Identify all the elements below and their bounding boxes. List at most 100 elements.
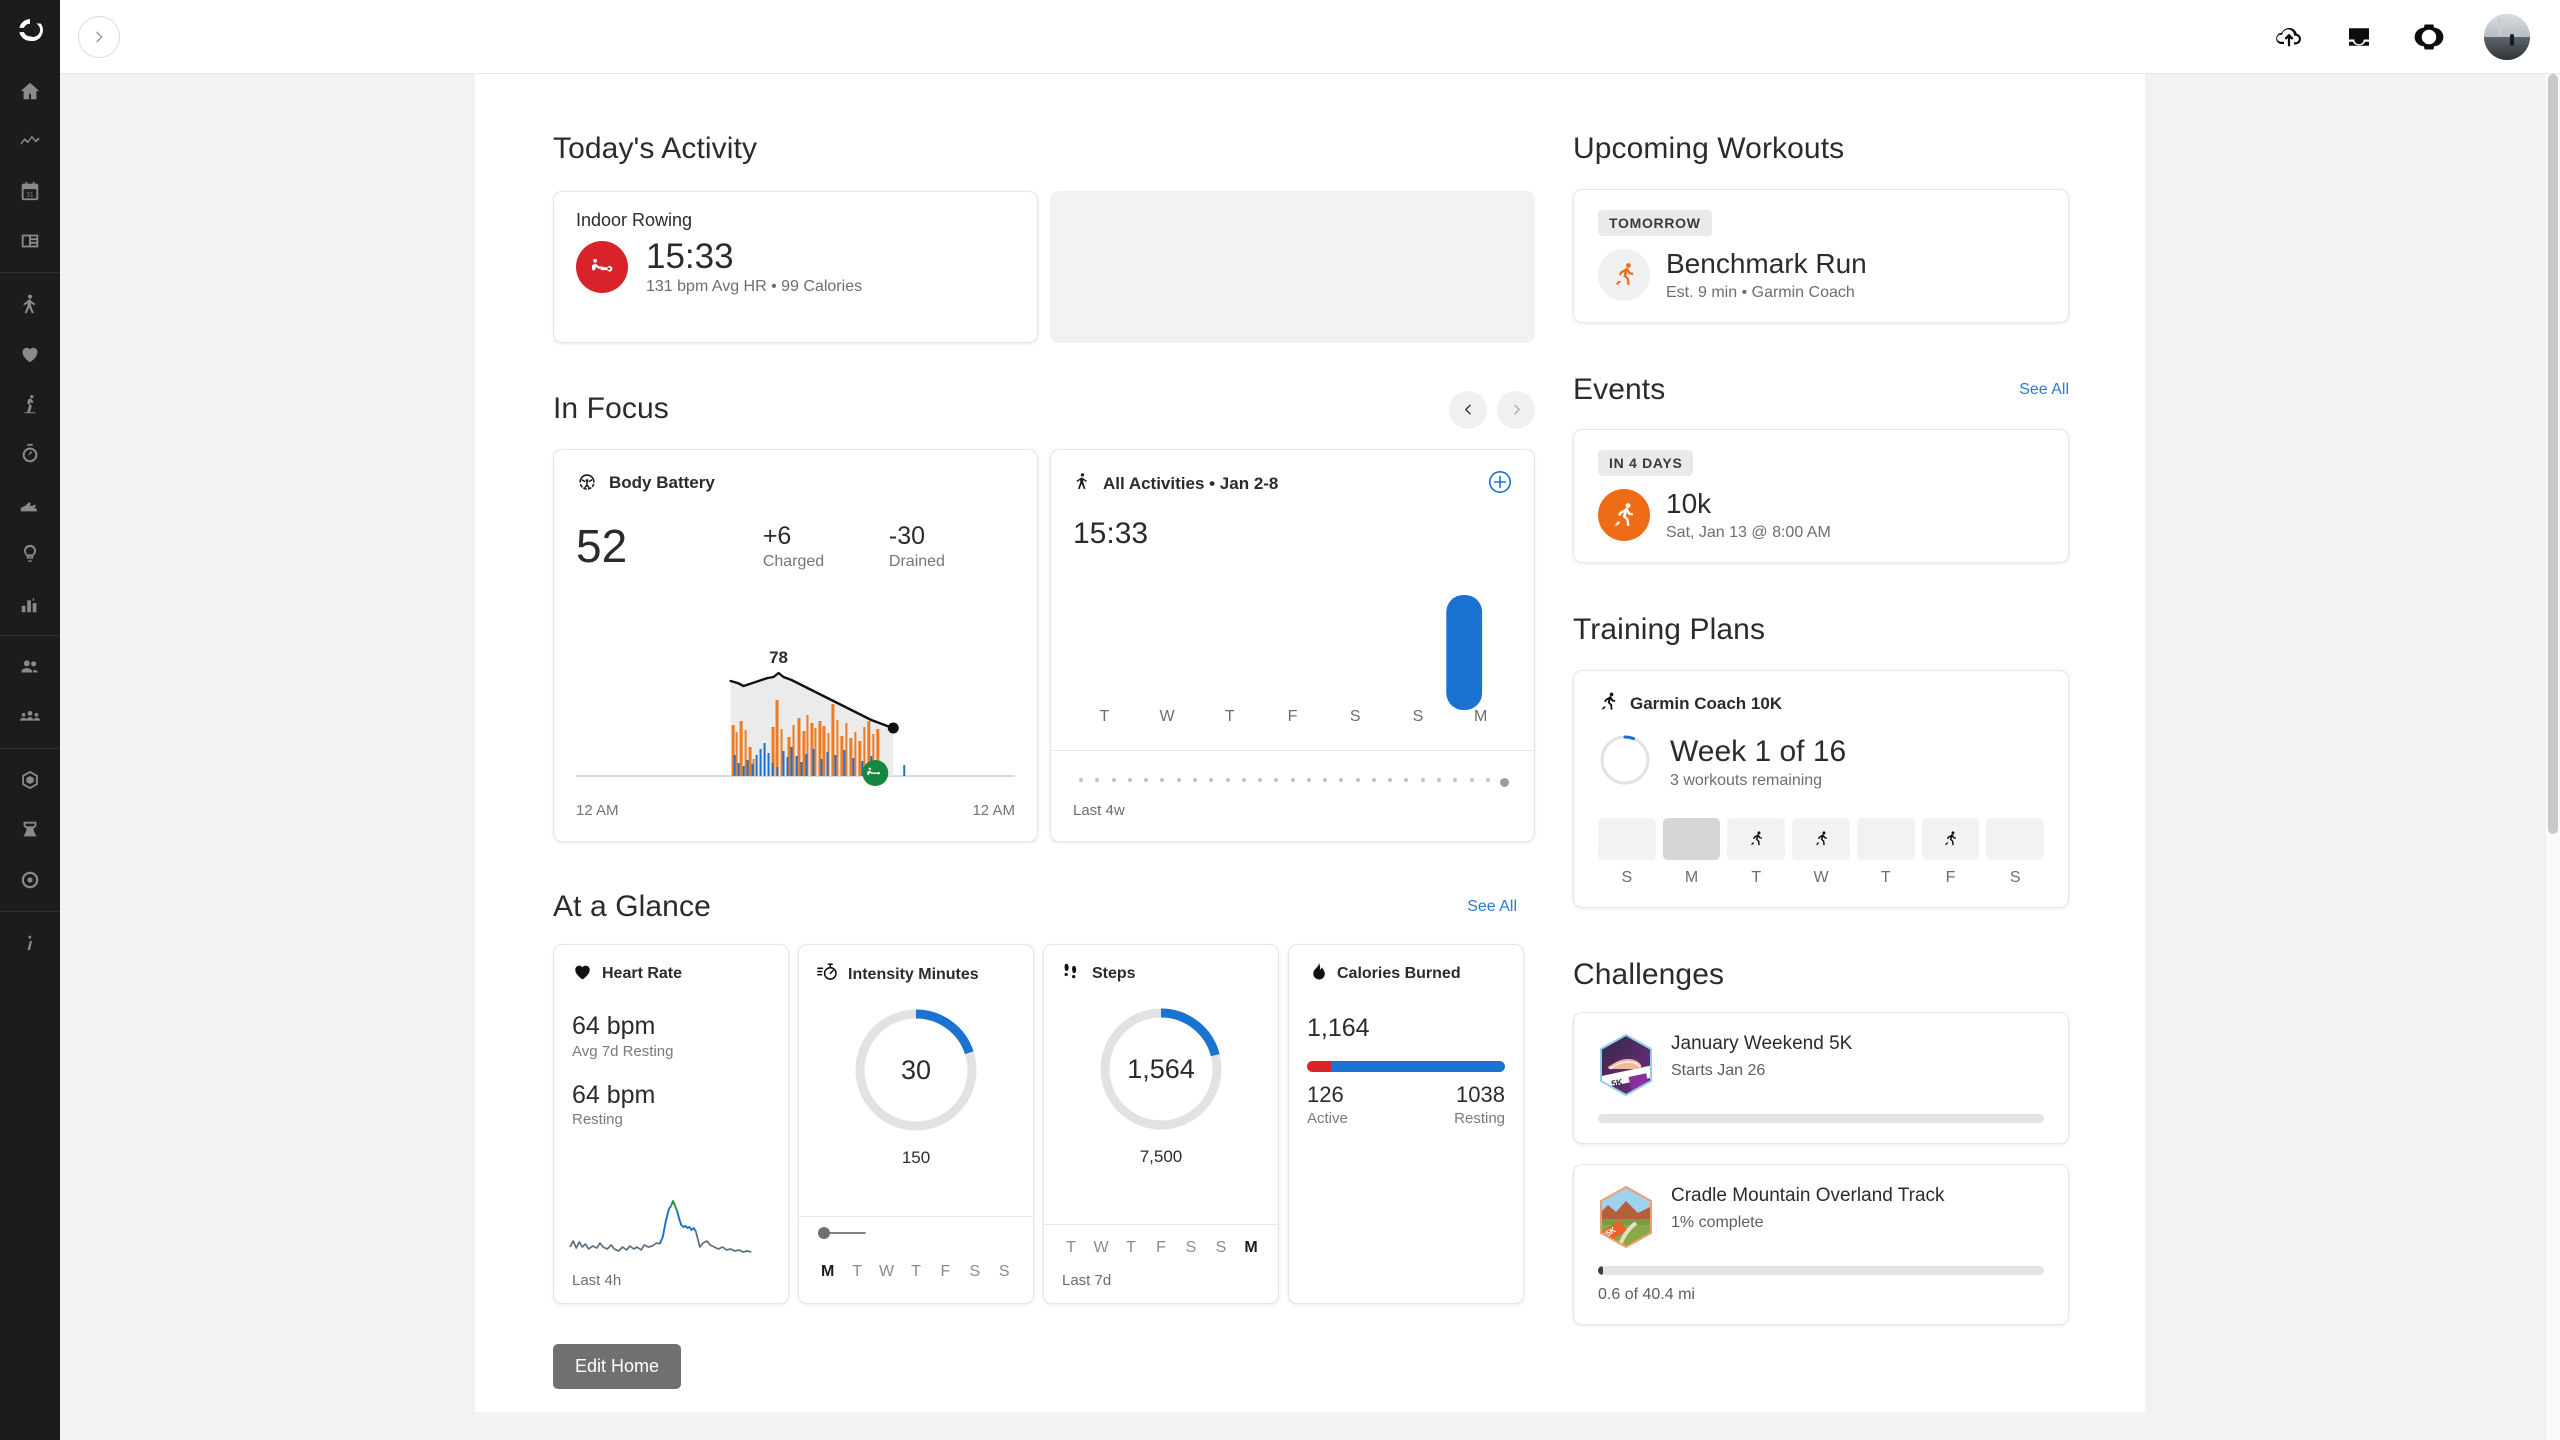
steps-day-labels: T W T F S S M xyxy=(1056,1239,1266,1257)
all-activities-card[interactable]: All Activities • Jan 2-8 15:33 xyxy=(1050,449,1535,842)
running-icon xyxy=(1598,691,1619,717)
sidebar-item-training[interactable] xyxy=(0,429,60,479)
cloud-upload-icon[interactable] xyxy=(2274,22,2304,52)
rail-group-3 xyxy=(0,635,60,748)
training-plan-day[interactable]: S xyxy=(1986,818,2044,887)
sidebar-item-reports[interactable] xyxy=(0,579,60,629)
weeks-dot-strip[interactable] xyxy=(1073,778,1512,782)
charged-value: +6 xyxy=(763,523,889,551)
event-when-badge: IN 4 DAYS xyxy=(1598,450,1693,476)
challenge-name: Cradle Mountain Overland Track xyxy=(1671,1185,2044,1207)
day-label: S xyxy=(1324,708,1387,726)
intensity-minutes-card[interactable]: Intensity Minutes 30 150 xyxy=(798,944,1034,1304)
sidebar-item-info[interactable] xyxy=(0,918,60,968)
sidebar-item-goals[interactable] xyxy=(0,855,60,905)
day-box xyxy=(1922,818,1980,860)
events-see-all-link[interactable]: See All xyxy=(2019,381,2069,399)
event-card[interactable]: IN 4 DAYS 10k Sat, Jan 13 @ 8:00 AM xyxy=(1573,429,2069,563)
heart-rate-card[interactable]: Heart Rate 64 bpm Avg 7d Resting 64 bpm … xyxy=(553,944,789,1304)
day-label[interactable]: W xyxy=(872,1263,901,1281)
day-label[interactable]: S xyxy=(960,1263,989,1281)
day-label[interactable]: S xyxy=(990,1263,1019,1281)
expand-sidebar-button[interactable] xyxy=(78,16,120,58)
body-battery-charged: +6 Charged xyxy=(763,523,889,572)
training-plans-title: Training Plans xyxy=(1573,613,1765,648)
body-battery-chart: 78 xyxy=(576,637,1015,787)
sidebar-item-news-feed[interactable] xyxy=(0,216,60,266)
day-label: F xyxy=(1261,708,1324,726)
day-label[interactable]: T xyxy=(1056,1239,1086,1257)
training-plan-day[interactable]: M xyxy=(1663,818,1721,887)
sidebar-item-calendar[interactable]: 31 xyxy=(0,166,60,216)
rail-group-2 xyxy=(0,272,60,635)
day-label[interactable]: F xyxy=(931,1263,960,1281)
device-watch-icon[interactable] xyxy=(2414,22,2444,52)
sidebar-item-activity[interactable] xyxy=(0,116,60,166)
sidebar-item-golf[interactable] xyxy=(0,379,60,429)
sidebar-item-health-stats[interactable] xyxy=(0,279,60,329)
upcoming-workout-card[interactable]: TOMORROW Benchmark Run Est. 9 min • Garm… xyxy=(1573,189,2069,323)
day-box xyxy=(1727,818,1785,860)
challenge-text: Cradle Mountain Overland Track 1% comple… xyxy=(1671,1185,2044,1249)
carousel-next-button[interactable] xyxy=(1497,391,1535,429)
garmin-connect-logo[interactable] xyxy=(0,0,60,60)
challenge-card[interactable]: 65K Cradle Mountain Overland Track 1% co… xyxy=(1573,1164,2069,1325)
calories-burned-card[interactable]: Calories Burned 1,164 126 Active xyxy=(1288,944,1524,1304)
page-scrollbar[interactable] xyxy=(2546,74,2560,1440)
inbox-icon[interactable] xyxy=(2344,22,2374,52)
day-label[interactable]: S xyxy=(1206,1239,1236,1257)
avatar[interactable] xyxy=(2484,14,2530,60)
hr-secondary-label: Resting xyxy=(572,1111,770,1128)
scrollbar-thumb[interactable] xyxy=(2548,74,2558,834)
body-battery-card[interactable]: Body Battery 52 +6 Charged xyxy=(553,449,1038,842)
sidebar-item-challenges[interactable] xyxy=(0,805,60,855)
sidebar-item-badges[interactable] xyxy=(0,755,60,805)
challenges-header: Challenges xyxy=(1573,958,2069,993)
challenges-title: Challenges xyxy=(1573,958,1724,993)
training-plan-day[interactable]: T xyxy=(1857,818,1915,887)
sidebar-item-groups[interactable] xyxy=(0,692,60,742)
workout-when-badge: TOMORROW xyxy=(1598,210,1712,236)
day-label[interactable]: T xyxy=(842,1263,871,1281)
at-a-glance-see-all-link[interactable]: See All xyxy=(1467,898,1517,916)
day-label[interactable]: W xyxy=(1086,1239,1116,1257)
day-label[interactable]: F xyxy=(1146,1239,1176,1257)
plus-circle-icon[interactable] xyxy=(1488,470,1512,499)
steps-card[interactable]: Steps 1,564 7,500 xyxy=(1043,944,1279,1304)
at-a-glance-title: At a Glance xyxy=(553,890,711,925)
training-plan-header: Garmin Coach 10K xyxy=(1598,691,2044,717)
day-label[interactable]: M xyxy=(813,1263,842,1281)
intensity-week-slider[interactable] xyxy=(817,1226,1015,1245)
day-label: W xyxy=(1136,708,1199,726)
day-label: S xyxy=(1387,708,1450,726)
in-focus-header: In Focus xyxy=(553,391,1535,429)
training-plan-day[interactable]: W xyxy=(1792,818,1850,887)
edit-home-button[interactable]: Edit Home xyxy=(553,1344,681,1389)
carousel-prev-button[interactable] xyxy=(1449,391,1487,429)
day-label: M xyxy=(1449,708,1512,726)
training-plan-day[interactable]: T xyxy=(1727,818,1785,887)
day-label: T xyxy=(1727,869,1785,887)
activity-card[interactable]: Indoor Rowing 15:33 131 bpm Avg HR • 99 … xyxy=(553,191,1038,343)
challenge-card[interactable]: 5K January Weekend 5K Starts Jan 26 xyxy=(1573,1012,2069,1144)
sidebar-item-home[interactable] xyxy=(0,66,60,116)
day-label[interactable]: S xyxy=(1176,1239,1206,1257)
day-label[interactable]: M xyxy=(1236,1239,1266,1257)
training-plan-day[interactable]: S xyxy=(1598,818,1656,887)
day-label[interactable]: T xyxy=(901,1263,930,1281)
sidebar-item-connections[interactable] xyxy=(0,642,60,692)
challenge-row: 65K Cradle Mountain Overland Track 1% co… xyxy=(1598,1185,2044,1249)
training-plan-card[interactable]: Garmin Coach 10K Week 1 of 16 xyxy=(1573,670,2069,908)
sidebar-item-heart[interactable] xyxy=(0,329,60,379)
sidebar-item-insights[interactable] xyxy=(0,529,60,579)
activity-duration: 15:33 xyxy=(646,239,862,276)
events-header: Events See All xyxy=(1573,373,2069,408)
left-nav-rail: 31 xyxy=(0,0,60,1440)
rail-group-4 xyxy=(0,748,60,911)
training-plan-day[interactable]: F xyxy=(1922,818,1980,887)
app-root: 31 xyxy=(0,0,2560,1440)
sidebar-item-gear[interactable] xyxy=(0,479,60,529)
day-label[interactable]: T xyxy=(1116,1239,1146,1257)
axis-start-label: 12 AM xyxy=(576,802,619,819)
body-battery-value: 52 xyxy=(576,523,763,569)
